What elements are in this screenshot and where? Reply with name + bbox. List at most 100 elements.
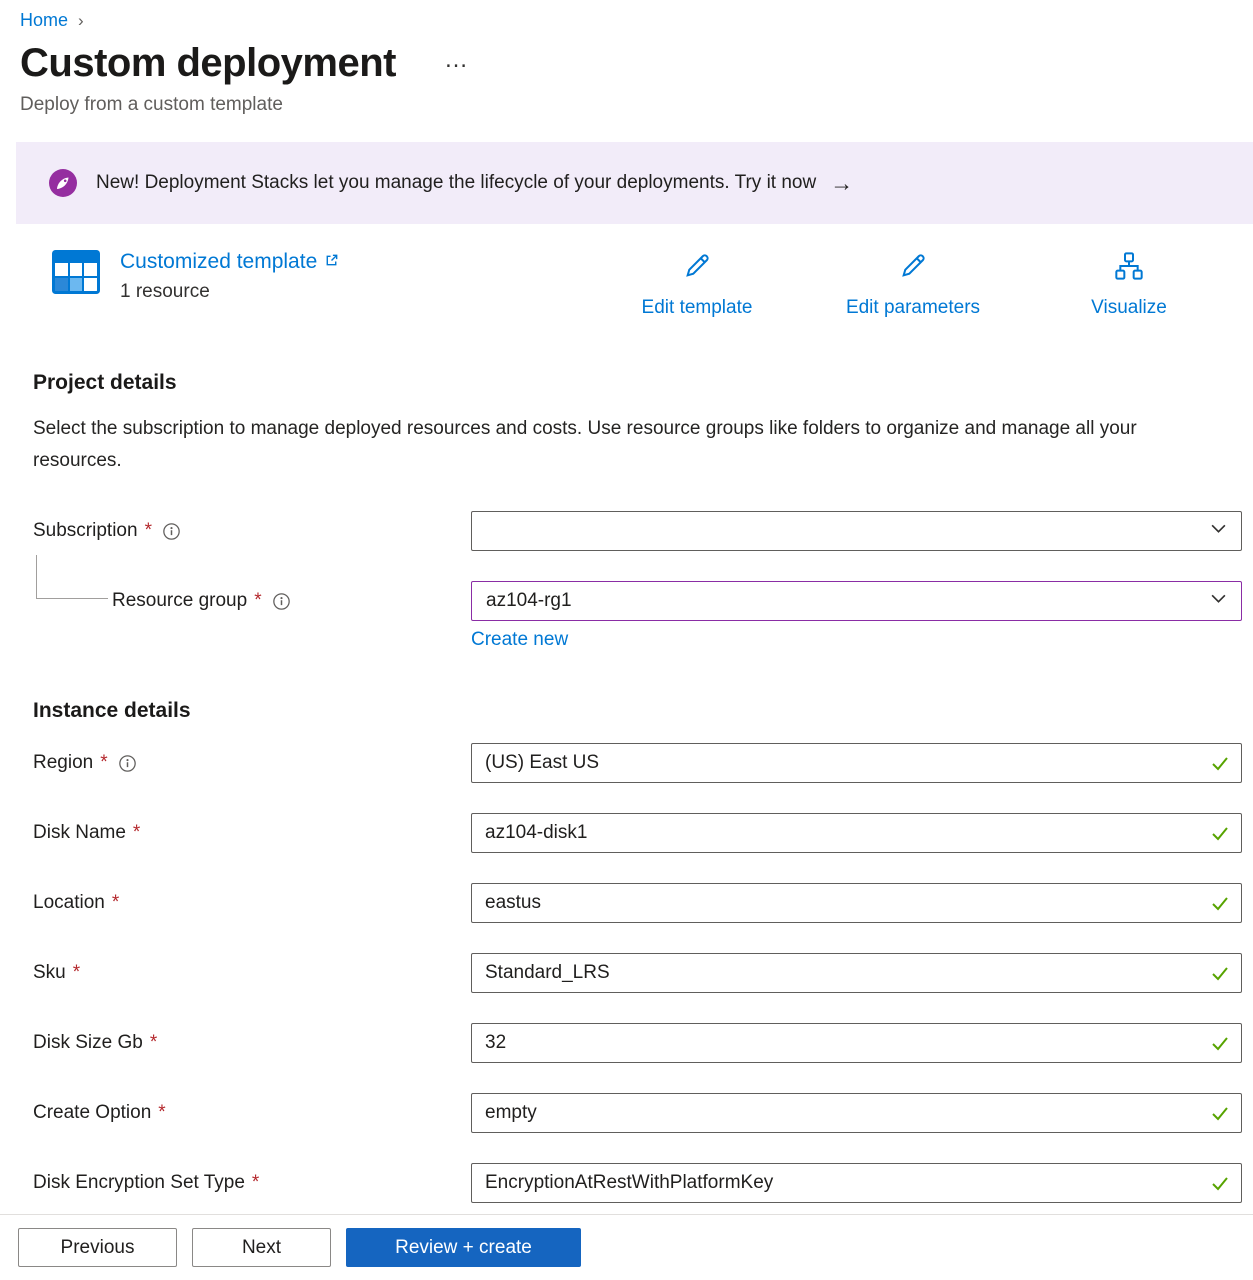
banner-text: New! Deployment Stacks let you manage th…	[96, 172, 816, 194]
sku-row: Sku *	[33, 953, 1242, 993]
region-control	[471, 743, 1242, 783]
page-subtitle: Deploy from a custom template	[20, 94, 1253, 116]
sku-input[interactable]	[471, 953, 1242, 993]
required-asterisk: *	[150, 1032, 157, 1054]
next-button[interactable]: Next	[192, 1228, 331, 1267]
required-asterisk: *	[133, 822, 140, 844]
template-info: Customized template 1 resource	[120, 250, 339, 303]
review-create-button[interactable]: Review + create	[346, 1228, 581, 1267]
customized-template-link[interactable]: Customized template	[120, 250, 339, 274]
visualize-button[interactable]: Visualize	[1021, 250, 1237, 319]
subscription-dropdown[interactable]	[471, 511, 1242, 551]
valid-check-icon	[1210, 1173, 1230, 1193]
disk-size-gb-label-text: Disk Size Gb	[33, 1032, 143, 1054]
edit-parameters-label: Edit parameters	[846, 297, 980, 319]
page-title: Custom deployment	[20, 41, 396, 86]
chevron-down-icon	[1210, 520, 1227, 543]
valid-check-icon	[1210, 823, 1230, 843]
region-label-text: Region	[33, 752, 93, 774]
pencil-icon	[897, 250, 929, 288]
rocket-icon	[48, 168, 78, 198]
resource-group-value: az104-rg1	[486, 590, 572, 612]
location-input[interactable]	[471, 883, 1242, 923]
breadcrumb-separator: ›	[78, 11, 84, 31]
template-link-label: Customized template	[120, 250, 317, 274]
footer-bar: Previous Next Review + create	[0, 1214, 1253, 1280]
edit-template-label: Edit template	[642, 297, 753, 319]
breadcrumb-home-link[interactable]: Home	[20, 10, 68, 31]
required-asterisk: *	[100, 752, 107, 774]
valid-check-icon	[1210, 1033, 1230, 1053]
valid-check-icon	[1210, 753, 1230, 773]
required-asterisk: *	[145, 520, 152, 542]
visualize-label: Visualize	[1091, 297, 1167, 319]
resource-group-label-text: Resource group	[112, 590, 247, 612]
info-icon[interactable]	[273, 593, 290, 610]
deployment-stacks-banner[interactable]: New! Deployment Stacks let you manage th…	[16, 142, 1253, 224]
chevron-down-icon	[1210, 590, 1227, 613]
disk-size-gb-input[interactable]	[471, 1023, 1242, 1063]
required-asterisk: *	[158, 1102, 165, 1124]
edit-parameters-button[interactable]: Edit parameters	[805, 250, 1021, 319]
subscription-row: Subscription *	[33, 511, 1242, 551]
project-details-description: Select the subscription to manage deploy…	[33, 413, 1183, 477]
create-option-row: Create Option *	[33, 1093, 1242, 1133]
subscription-label-text: Subscription	[33, 520, 138, 542]
location-label: Location *	[33, 892, 471, 914]
region-input[interactable]	[471, 743, 1242, 783]
create-new-link[interactable]: Create new	[471, 629, 568, 650]
create-option-input[interactable]	[471, 1093, 1242, 1133]
disk-size-gb-label: Disk Size Gb *	[33, 1032, 471, 1054]
template-actions: Edit template Edit parameters	[589, 250, 1237, 319]
resource-group-row: Resource group * az104-rg1	[33, 581, 1242, 621]
arrow-right-icon: →	[830, 170, 853, 197]
sku-label-text: Sku	[33, 962, 66, 984]
subscription-control	[471, 511, 1242, 551]
project-details-heading: Project details	[33, 371, 1253, 395]
disk-encryption-set-type-row: Disk Encryption Set Type *	[33, 1163, 1242, 1203]
create-option-label: Create Option *	[33, 1102, 471, 1124]
sku-control	[471, 953, 1242, 993]
location-row: Location *	[33, 883, 1242, 923]
template-resource-count: 1 resource	[120, 281, 339, 303]
template-summary: Customized template 1 resource	[52, 250, 1237, 319]
required-asterisk: *	[254, 590, 261, 612]
info-icon[interactable]	[163, 523, 180, 540]
custom-deployment-page: Home › Custom deployment … Deploy from a…	[0, 0, 1253, 1280]
disk-name-row: Disk Name *	[33, 813, 1242, 853]
info-icon[interactable]	[119, 755, 136, 772]
location-label-text: Location	[33, 892, 105, 914]
template-icon	[52, 250, 100, 294]
disk-name-input[interactable]	[471, 813, 1242, 853]
disk-name-control	[471, 813, 1242, 853]
disk-encryption-set-type-input[interactable]	[471, 1163, 1242, 1203]
disk-size-gb-row: Disk Size Gb *	[33, 1023, 1242, 1063]
disk-encryption-set-type-label-text: Disk Encryption Set Type	[33, 1172, 245, 1194]
valid-check-icon	[1210, 963, 1230, 983]
create-new-row: Create new	[471, 629, 1253, 651]
more-options-button[interactable]: …	[444, 46, 470, 74]
disk-encryption-set-type-label: Disk Encryption Set Type *	[33, 1172, 471, 1194]
required-asterisk: *	[112, 892, 119, 914]
tree-connector	[36, 555, 108, 599]
create-option-control	[471, 1093, 1242, 1133]
valid-check-icon	[1210, 1103, 1230, 1123]
previous-button[interactable]: Previous	[18, 1228, 177, 1267]
edit-template-button[interactable]: Edit template	[589, 250, 805, 319]
external-link-icon	[324, 250, 339, 274]
required-asterisk: *	[73, 962, 80, 984]
resource-group-control: az104-rg1	[471, 581, 1242, 621]
location-control	[471, 883, 1242, 923]
required-asterisk: *	[252, 1172, 259, 1194]
breadcrumb: Home ›	[0, 0, 1253, 31]
disk-name-label: Disk Name *	[33, 822, 471, 844]
resource-group-dropdown[interactable]: az104-rg1	[471, 581, 1242, 621]
disk-size-gb-control	[471, 1023, 1242, 1063]
region-row: Region *	[33, 743, 1242, 783]
disk-name-label-text: Disk Name	[33, 822, 126, 844]
title-row: Custom deployment …	[20, 41, 1253, 86]
region-label: Region *	[33, 752, 471, 774]
instance-details-heading: Instance details	[33, 699, 1253, 723]
valid-check-icon	[1210, 893, 1230, 913]
sku-label: Sku *	[33, 962, 471, 984]
